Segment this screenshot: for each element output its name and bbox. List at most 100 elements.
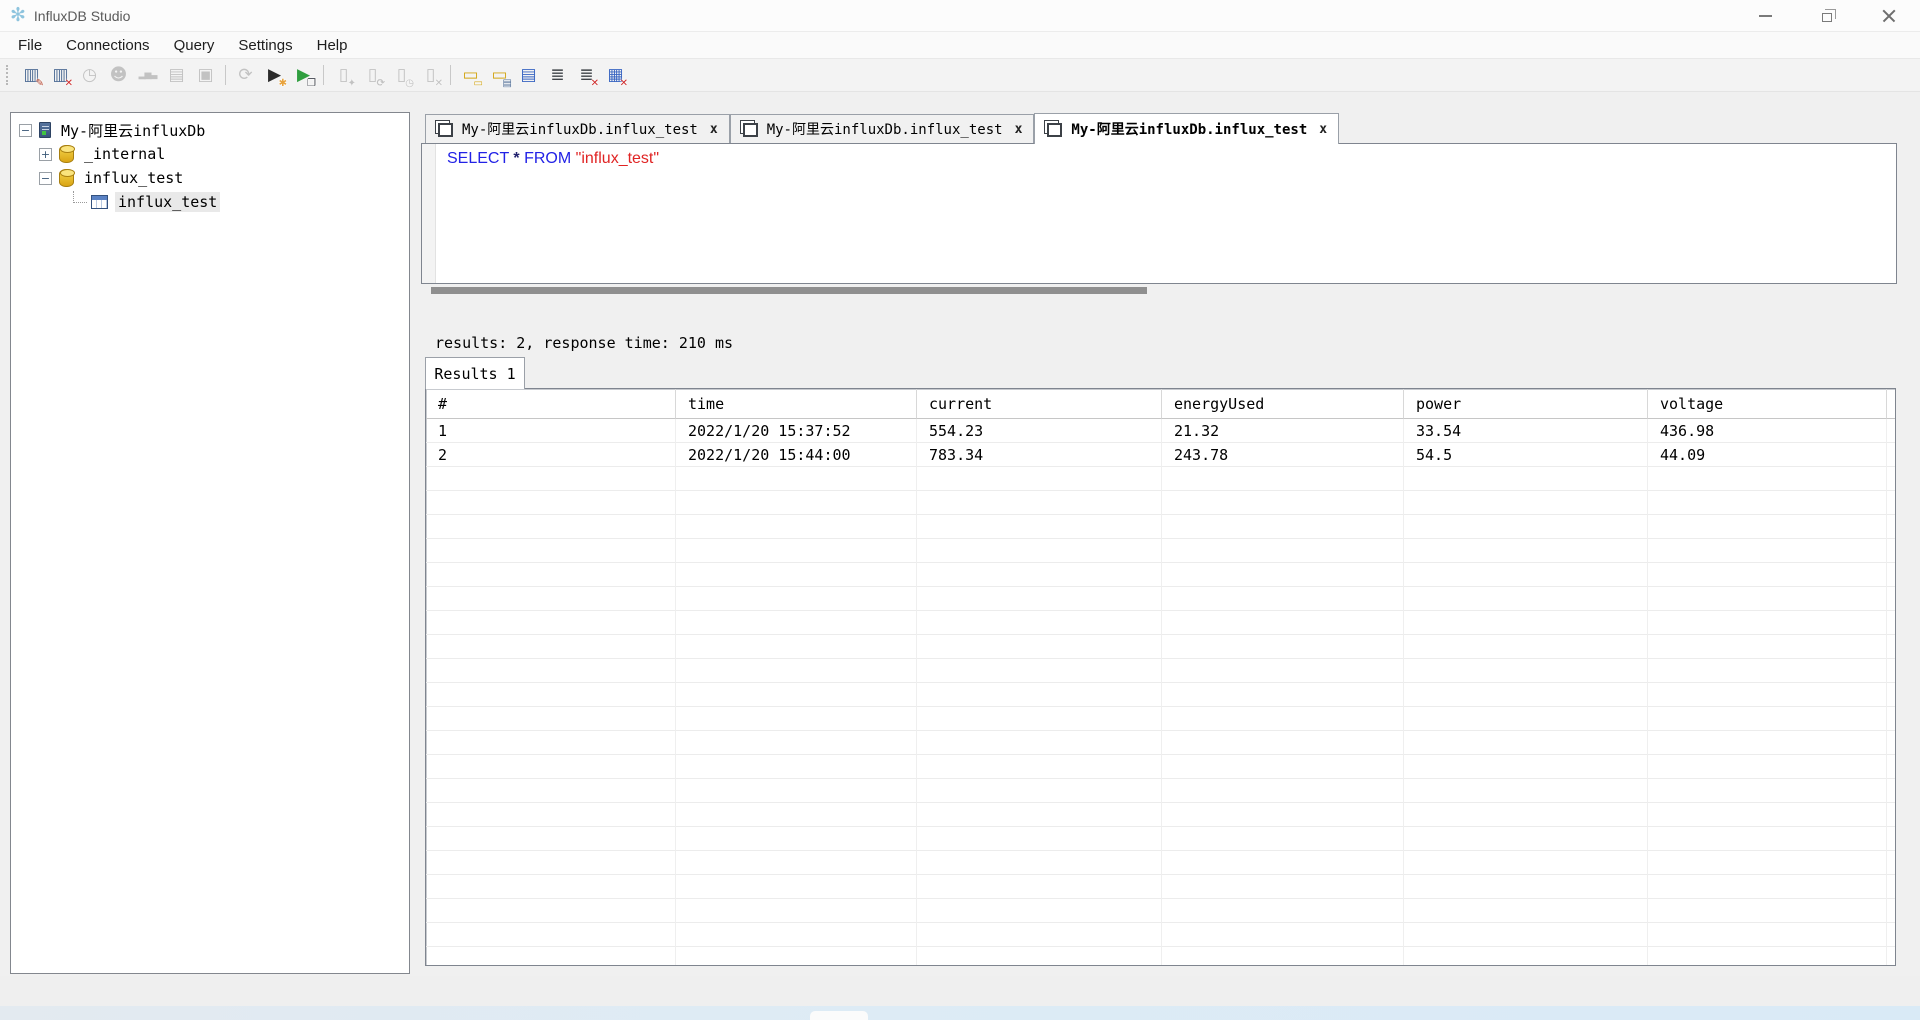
table-cell [1404, 803, 1648, 827]
table-cell [1404, 635, 1648, 659]
query-editor-view-button[interactable]: ▤ [515, 62, 542, 89]
toolbar-grip[interactable] [6, 65, 12, 85]
tree-expander-icon[interactable]: + [39, 148, 52, 161]
query-tab-1[interactable]: My-阿里云influxDb.influx_testx [425, 114, 730, 143]
menu-settings[interactable]: Settings [226, 35, 304, 56]
title-bar: ✻ InfluxDB Studio [0, 0, 1920, 32]
link-nodes-button[interactable]: ▭▭ [457, 62, 484, 89]
close-results-button[interactable]: ≣✕ [573, 62, 600, 89]
table-cell [1162, 467, 1404, 491]
results-list-view-button[interactable]: ≣ [544, 62, 571, 89]
table-cell: 554.23 [917, 419, 1162, 443]
tree-item-influx-test-measurement[interactable]: influx_test [11, 190, 409, 214]
table-row-empty [426, 851, 1895, 875]
table-cell [1648, 851, 1887, 875]
minimize-button[interactable] [1734, 0, 1796, 32]
table-cell [676, 491, 917, 515]
query-tab-2[interactable]: My-阿里云influxDb.influx_testx [730, 114, 1035, 143]
link-export-button[interactable]: ▭▤ [486, 62, 513, 89]
menu-connections[interactable]: Connections [54, 35, 161, 56]
table-cell: 54.5 [1404, 443, 1648, 467]
table-cell [1648, 515, 1887, 539]
table-cell [1887, 875, 1896, 899]
table-cell [917, 923, 1162, 947]
table-cell [426, 755, 676, 779]
table-cell: 2022/1/20 15:37:52 [676, 419, 917, 443]
table-row-empty [426, 635, 1895, 659]
table-cell [1162, 899, 1404, 923]
tree-item-influx-test-db[interactable]: −influx_test [11, 166, 409, 190]
table-cell [1404, 587, 1648, 611]
db-new-button: ▯✦ [330, 62, 357, 89]
table-cell: 243.78 [1162, 443, 1404, 467]
stopwatch-icon: ◷ [82, 67, 97, 84]
table-cell [1162, 827, 1404, 851]
table-cell [1887, 419, 1896, 443]
table-cell [1887, 707, 1896, 731]
table-cell [1404, 851, 1648, 875]
tree-expander-icon[interactable]: − [39, 172, 52, 185]
table-cell [1648, 707, 1887, 731]
table-cell [1162, 779, 1404, 803]
close-button[interactable] [1858, 0, 1920, 32]
close-tab-icon[interactable]: x [708, 122, 720, 137]
table-row-empty [426, 899, 1895, 923]
table-cell [1887, 635, 1896, 659]
table-cell [1648, 827, 1887, 851]
table-cell [676, 587, 917, 611]
taskbar-button[interactable] [810, 1011, 868, 1020]
table-cell [676, 563, 917, 587]
close-tab-icon[interactable]: x [1013, 122, 1025, 137]
query-editor[interactable]: SELECT * FROM "influx_test" [421, 143, 1897, 284]
panel-splitter[interactable] [410, 112, 421, 974]
table-cell [1162, 707, 1404, 731]
users-button: ☻ [105, 62, 132, 89]
column-header-time[interactable]: time [676, 389, 917, 419]
close-tab-icon[interactable]: x [1317, 122, 1329, 137]
run-query-button[interactable]: ▶❐ [290, 62, 317, 89]
run-step-button[interactable]: ▶✱ [261, 62, 288, 89]
query-tab-3[interactable]: My-阿里云influxDb.influx_testx [1034, 113, 1339, 144]
tree-item-internal-db[interactable]: +_internal [11, 142, 409, 166]
table-cell [1887, 755, 1896, 779]
console-window-button: ▤ [163, 62, 190, 89]
column-header-power[interactable]: power [1404, 389, 1648, 419]
tree-connector [73, 191, 87, 203]
table-cell [1404, 923, 1648, 947]
close-all-results-button[interactable]: ▦✕ [602, 62, 629, 89]
table-cell [1162, 539, 1404, 563]
restore-down-button[interactable] [1796, 0, 1858, 32]
menu-help[interactable]: Help [305, 35, 360, 56]
table-cell [917, 779, 1162, 803]
results-summary: results: 2, response time: 210 ms [435, 334, 733, 352]
table-cell [1887, 587, 1896, 611]
menu-query[interactable]: Query [162, 35, 227, 56]
column-header-current[interactable]: current [917, 389, 1162, 419]
table-row-2[interactable]: 22022/1/20 15:44:00783.34243.7854.544.09 [426, 443, 1895, 467]
results-tab-1[interactable]: Results 1 [425, 357, 525, 389]
table-cell [676, 731, 917, 755]
table-cell [1887, 827, 1896, 851]
table-cell [917, 707, 1162, 731]
editor-hscrollbar[interactable] [421, 284, 1897, 297]
table-row-1[interactable]: 12022/1/20 15:37:52554.2321.3233.54436.9… [426, 419, 1895, 443]
column-header-row-number[interactable]: # [426, 389, 676, 419]
table-cell [1887, 443, 1896, 467]
edit-connection-button[interactable]: ▥✎ [18, 62, 45, 89]
table-cell [1648, 635, 1887, 659]
editor-gutter [422, 144, 436, 283]
results-grid-body: 12022/1/20 15:37:52554.2321.3233.54436.9… [426, 419, 1895, 966]
taskbar-strip [0, 1006, 1920, 1020]
column-header-energy-used[interactable]: energyUsed [1162, 389, 1404, 419]
menu-file[interactable]: File [6, 35, 54, 56]
table-cell [426, 635, 676, 659]
editor-results-splitter[interactable] [421, 297, 1897, 325]
table-cell [426, 659, 676, 683]
delete-connection-button[interactable]: ▥✕ [47, 62, 74, 89]
table-cell [917, 611, 1162, 635]
server-icon [39, 122, 51, 138]
tree-item-connection-root[interactable]: −My-阿里云influxDb [11, 118, 409, 142]
tree-expander-icon[interactable]: − [19, 124, 32, 137]
column-header-voltage[interactable]: voltage [1648, 389, 1887, 419]
editor-hscrollbar-thumb[interactable] [431, 287, 1147, 294]
